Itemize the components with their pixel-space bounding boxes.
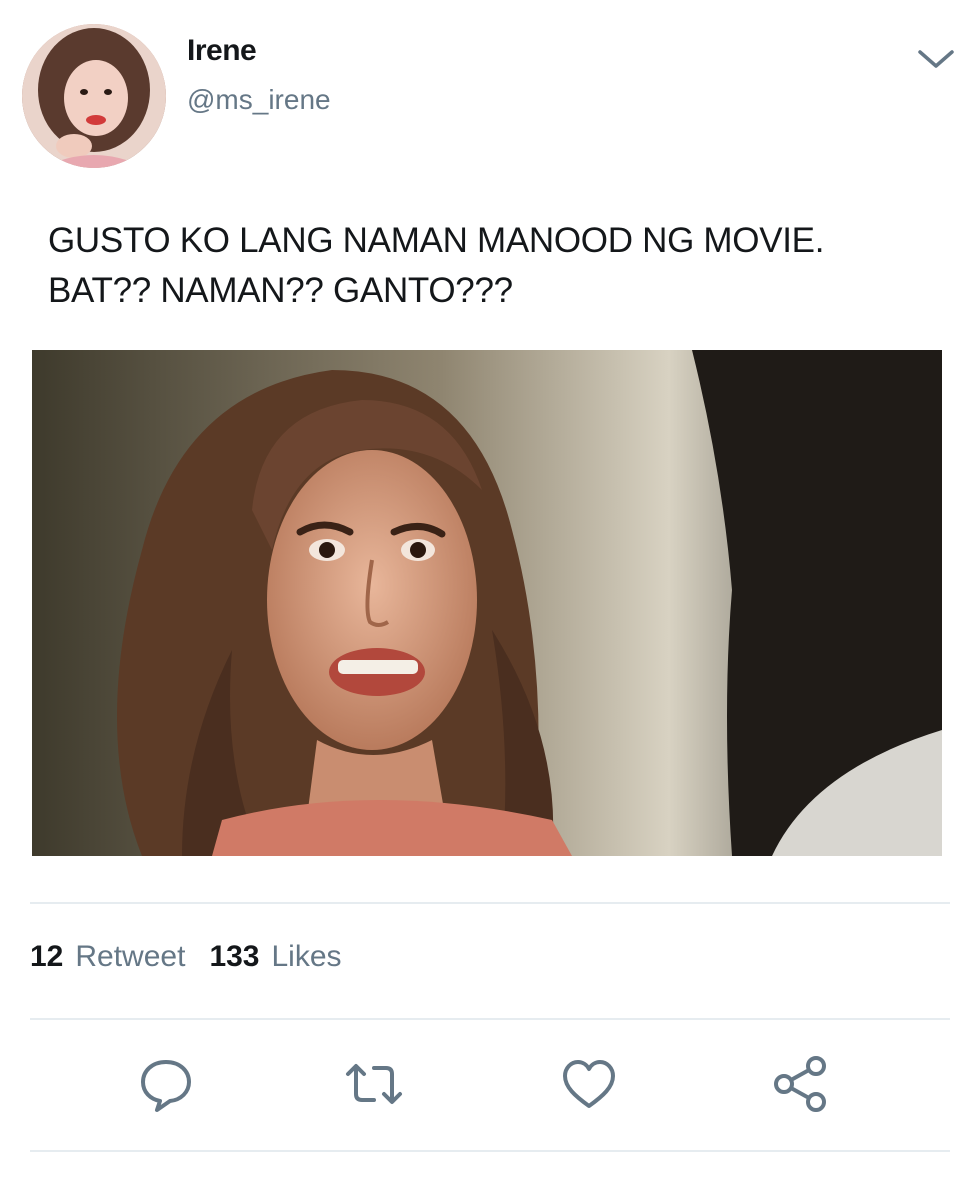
retweet-label[interactable]: Retweet: [75, 940, 185, 974]
avatar-image: [22, 24, 166, 168]
tweet-stats: 12 Retweet 133 Likes: [30, 940, 366, 974]
reply-icon[interactable]: [134, 1052, 198, 1116]
like-icon[interactable]: [557, 1052, 621, 1116]
likes-count[interactable]: 133: [209, 940, 259, 974]
avatar[interactable]: [22, 24, 166, 168]
tweet-media-image[interactable]: [32, 350, 942, 856]
tweet-text-line: GUSTO KO LANG NAMAN MANOOD NG MOVIE.: [48, 221, 825, 260]
divider: [30, 902, 950, 904]
retweet-icon[interactable]: [342, 1052, 406, 1116]
display-name[interactable]: Irene: [187, 34, 257, 68]
likes-label[interactable]: Likes: [272, 940, 342, 974]
tweet-text: GUSTO KO LANG NAMAN MANOOD NG MOVIE. BAT…: [48, 216, 928, 316]
divider: [30, 1018, 950, 1020]
divider: [30, 1150, 950, 1152]
chevron-down-icon[interactable]: [914, 44, 958, 74]
username[interactable]: @ms_irene: [187, 84, 331, 116]
tweet-text-line: BAT?? NAMAN?? GANTO???: [48, 271, 513, 310]
share-icon[interactable]: [770, 1052, 834, 1116]
retweet-count[interactable]: 12: [30, 940, 63, 974]
